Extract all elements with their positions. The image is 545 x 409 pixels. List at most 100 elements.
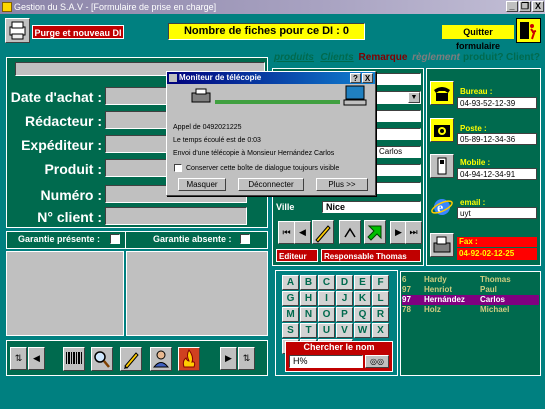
no-client-label: N° client : — [37, 209, 102, 225]
letter-button-o[interactable]: O — [318, 307, 335, 322]
restore-button[interactable]: ❐ — [519, 1, 531, 12]
email-label: email : — [460, 198, 486, 207]
next-icon[interactable]: ▶ — [220, 347, 237, 370]
exit-door-icon[interactable] — [516, 18, 541, 43]
produit-field[interactable] — [105, 159, 167, 177]
minimize-button[interactable]: _ — [506, 1, 518, 12]
client-field-4[interactable] — [376, 128, 421, 140]
tab-remarque[interactable]: Remarque — [357, 50, 409, 67]
poste-field[interactable]: 05-89-12-34-36 — [457, 133, 537, 145]
list-item[interactable]: 97 Hernández Carlos — [402, 295, 539, 305]
letter-button-w[interactable]: W — [354, 323, 371, 338]
dialog-close-button[interactable]: X — [362, 73, 373, 83]
magnifier-icon[interactable] — [91, 347, 113, 371]
mobile-field[interactable]: 04-94-12-34-91 — [457, 168, 537, 180]
letter-button-b[interactable]: B — [300, 275, 317, 290]
letter-button-h[interactable]: H — [300, 291, 317, 306]
letter-button-d[interactable]: D — [336, 275, 353, 290]
letter-button-x[interactable]: X — [372, 323, 389, 338]
dialog-help-button[interactable]: ? — [350, 73, 361, 83]
date-achat-field[interactable] — [105, 87, 167, 105]
client-name-field[interactable]: Carlos — [376, 146, 421, 158]
search-input[interactable]: H% — [289, 355, 363, 368]
garantie-presente-checkbox[interactable] — [110, 234, 120, 244]
letter-button-u[interactable]: U — [318, 323, 335, 338]
letter-button-v[interactable]: V — [336, 323, 353, 338]
notes-pane-right[interactable] — [126, 251, 268, 336]
client-field-1[interactable] — [376, 73, 421, 85]
green-arrow-icon[interactable] — [364, 220, 386, 244]
barcode-icon[interactable] — [63, 347, 85, 371]
printer-icon[interactable] — [5, 18, 30, 43]
user-icon[interactable] — [150, 347, 172, 371]
bureau-field[interactable]: 04-93-52-12-39 — [457, 97, 537, 109]
undo-icon[interactable] — [339, 220, 361, 244]
first-record-icon[interactable]: ⏮ — [278, 221, 295, 244]
last-record-icon[interactable]: ⏭ — [405, 221, 422, 244]
letter-button-q[interactable]: Q — [354, 307, 371, 322]
letter-button-s[interactable]: S — [282, 323, 299, 338]
fire-icon[interactable] — [178, 347, 200, 371]
editeur-button[interactable]: Editeur — [276, 249, 318, 262]
letter-button-m[interactable]: M — [282, 307, 299, 322]
more-button[interactable]: Plus >> — [316, 178, 368, 191]
pencil-icon[interactable] — [120, 347, 142, 371]
letter-button-c[interactable]: C — [318, 275, 335, 290]
letter-button-n[interactable]: N — [300, 307, 317, 322]
letter-button-j[interactable]: J — [336, 291, 353, 306]
fax-icon[interactable] — [430, 233, 454, 257]
garantie-absente-checkbox[interactable] — [240, 234, 250, 244]
letter-button-e[interactable]: E — [354, 275, 371, 290]
list-item[interactable]: 6 Hardy Thomas — [402, 275, 539, 285]
hide-button[interactable]: Masquer — [178, 178, 226, 191]
email-field[interactable]: uyt — [457, 207, 537, 219]
sort-za-icon[interactable]: ⇅ — [238, 347, 255, 370]
tab-produits[interactable]: produits — [271, 50, 317, 67]
client-field-7[interactable] — [376, 182, 421, 194]
prev-icon[interactable]: ◀ — [28, 347, 45, 370]
sort-az-icon[interactable]: ⇅ — [10, 347, 27, 370]
letter-button-t[interactable]: T — [300, 323, 317, 338]
list-item[interactable]: 78 Holz Michael — [402, 305, 539, 315]
edit-pencil-icon[interactable] — [312, 220, 334, 244]
purge-button[interactable]: Purge et nouveau DI — [32, 25, 124, 39]
mobile-phone-icon[interactable] — [430, 154, 454, 178]
prev-record-icon[interactable]: ◀ — [294, 221, 311, 244]
notes-pane-left[interactable] — [6, 251, 124, 336]
keep-visible-checkbox[interactable] — [174, 164, 182, 172]
tab-reglement[interactable]: règlement — [411, 50, 461, 67]
camera-icon[interactable] — [430, 118, 454, 142]
letter-button-g[interactable]: G — [282, 291, 299, 306]
internet-explorer-icon[interactable]: e — [430, 195, 454, 219]
ville-field[interactable]: Nice — [322, 201, 421, 213]
window-title: Gestion du S.A.V - [Formulaire de prise … — [14, 2, 217, 12]
letter-button-l[interactable]: L — [372, 291, 389, 306]
chevron-down-icon[interactable]: ▼ — [408, 92, 420, 103]
client-field-6[interactable] — [376, 164, 421, 176]
no-client-field[interactable] — [105, 207, 247, 225]
tab-client-query[interactable]: Client? — [505, 50, 541, 67]
computer-icon — [342, 84, 370, 108]
letter-button-i[interactable]: I — [318, 291, 335, 306]
tab-clients[interactable]: Clients — [319, 50, 355, 67]
responsable-field: Responsable Thomas — [321, 249, 421, 262]
letter-button-k[interactable]: K — [354, 291, 371, 306]
close-button[interactable]: X — [532, 1, 544, 12]
letter-button-r[interactable]: R — [372, 307, 389, 322]
tab-produit-query[interactable]: produit? — [463, 50, 504, 67]
letter-button-p[interactable]: P — [336, 307, 353, 322]
letter-button-a[interactable]: A — [282, 275, 299, 290]
dialog-title-bar: Moniteur de télécopie — [167, 72, 375, 84]
letter-button-f[interactable]: F — [372, 275, 389, 290]
disconnect-button[interactable]: Déconnecter — [238, 178, 304, 191]
search-binoculars-icon[interactable]: ◎◎ — [365, 355, 389, 368]
count-label: Nombre de fiches pour ce DI : 0 — [168, 23, 365, 40]
redacteur-field[interactable] — [105, 111, 167, 129]
phone-icon[interactable] — [430, 81, 454, 105]
list-item[interactable]: 97 Henriot Paul — [402, 285, 539, 295]
expediteur-field[interactable] — [105, 135, 167, 153]
client-field-3[interactable] — [376, 110, 421, 122]
fax-machine-icon — [190, 87, 214, 105]
quit-button[interactable]: Quitter formulaire — [442, 25, 514, 51]
fax-field[interactable]: 04-92-02-12-25 — [457, 248, 537, 260]
